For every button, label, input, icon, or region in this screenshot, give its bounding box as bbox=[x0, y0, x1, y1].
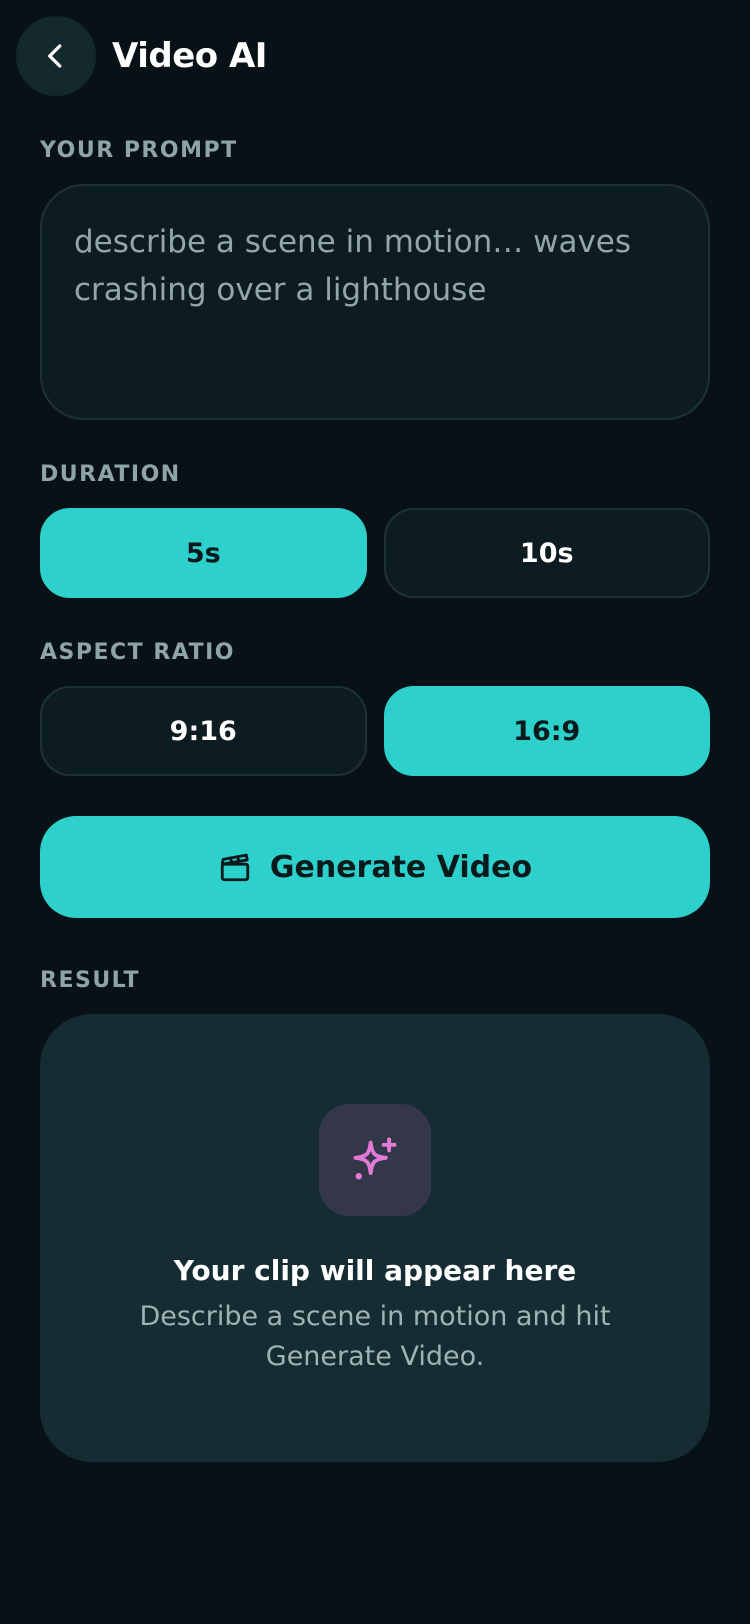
generate-video-button[interactable]: Generate Video bbox=[40, 816, 710, 918]
video-ai-screen: Video AI YOUR PROMPT DURATION 5s 10s ASP… bbox=[0, 0, 750, 1624]
duration-options: 5s 10s bbox=[40, 508, 710, 598]
duration-option-10s[interactable]: 10s bbox=[383, 508, 710, 598]
prompt-label: YOUR PROMPT bbox=[40, 138, 238, 163]
duration-option-5s[interactable]: 5s bbox=[40, 508, 367, 598]
result-card: Your clip will appear here Describe a sc… bbox=[40, 1014, 710, 1462]
aspect-ratio-label: ASPECT RATIO bbox=[40, 640, 235, 665]
page-title: Video AI bbox=[112, 36, 267, 76]
chevron-left-icon bbox=[48, 44, 62, 68]
sparkle-tile bbox=[319, 1104, 431, 1216]
aspect-option-9-16[interactable]: 9:16 bbox=[40, 686, 367, 776]
result-title: Your clip will appear here bbox=[173, 1254, 577, 1287]
sparkle-icon bbox=[353, 1137, 397, 1180]
result-label: RESULT bbox=[40, 968, 141, 993]
prompt-input[interactable] bbox=[74, 218, 676, 386]
clapperboard-icon bbox=[220, 853, 250, 882]
header: Video AI bbox=[16, 16, 267, 96]
aspect-option-16-9[interactable]: 16:9 bbox=[383, 686, 710, 776]
prompt-box bbox=[40, 184, 710, 420]
duration-label: DURATION bbox=[40, 462, 181, 487]
back-button[interactable] bbox=[16, 16, 96, 96]
result-description: Describe a scene in motion and hit Gener… bbox=[139, 1301, 611, 1372]
generate-video-label: Generate Video bbox=[269, 849, 533, 885]
aspect-ratio-options: 9:16 16:9 bbox=[40, 686, 710, 776]
